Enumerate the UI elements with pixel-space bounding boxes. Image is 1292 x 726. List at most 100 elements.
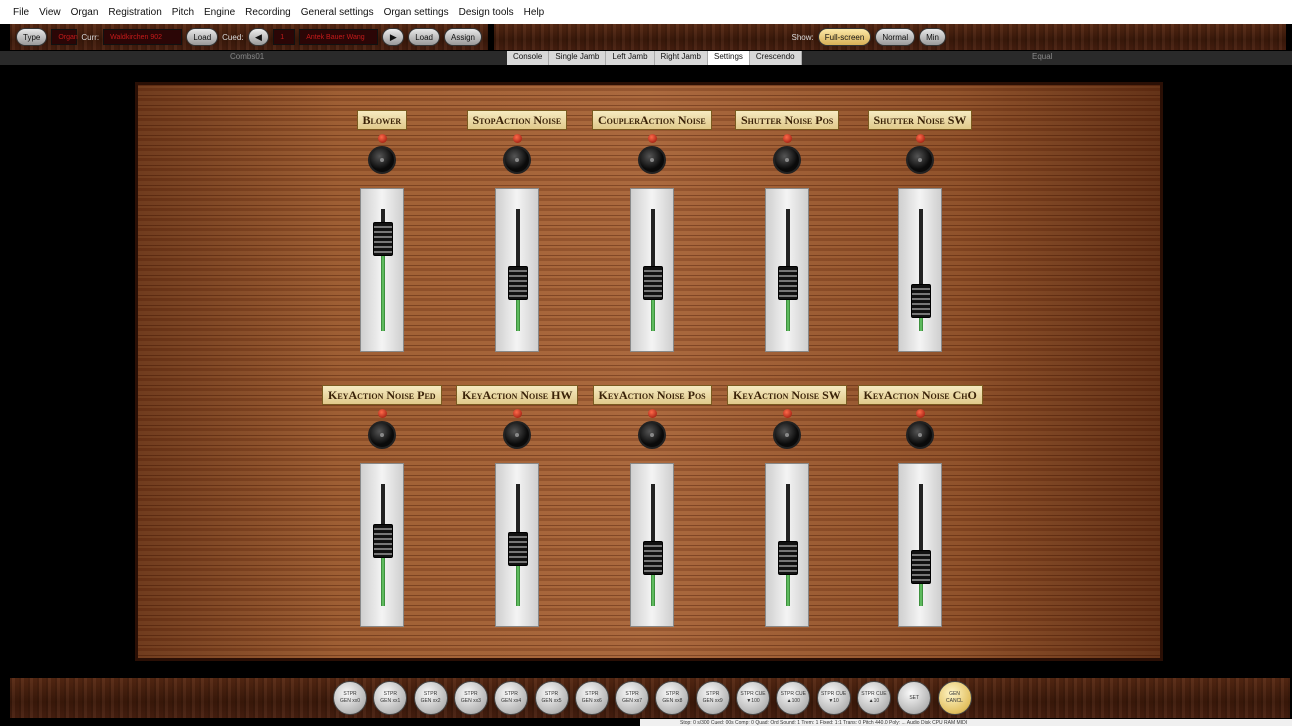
- volume-fader[interactable]: [898, 188, 942, 352]
- volume-fader[interactable]: [360, 188, 404, 352]
- normal-button[interactable]: Normal: [875, 28, 916, 46]
- piston-label-bottom: GEN xx5: [541, 698, 562, 704]
- menu-item-view[interactable]: View: [34, 7, 66, 18]
- next-arrow-icon[interactable]: ▶: [382, 28, 405, 46]
- menu-item-engine[interactable]: Engine: [199, 7, 240, 18]
- general-piston-button[interactable]: STPR GEN xx3: [453, 681, 488, 715]
- toggle-knob[interactable]: [368, 421, 396, 449]
- toggle-knob[interactable]: [503, 146, 531, 174]
- volume-fader[interactable]: [495, 463, 539, 627]
- general-piston-button[interactable]: STPR GEN xx4: [494, 681, 529, 715]
- fullscreen-button[interactable]: Full-screen: [817, 28, 872, 46]
- fader-handle[interactable]: [508, 266, 528, 301]
- volume-fader[interactable]: [765, 463, 809, 627]
- piston-label-top: STPR: [706, 691, 720, 697]
- control-label: Shutter Noise Pos: [735, 110, 840, 130]
- general-piston-button[interactable]: GEN CANCL: [937, 681, 972, 715]
- fader-handle[interactable]: [373, 222, 393, 257]
- control-label: KeyAction Noise SW: [727, 385, 847, 405]
- general-piston-button[interactable]: STPR GEN xx5: [534, 681, 569, 715]
- fader-handle[interactable]: [911, 550, 931, 584]
- toggle-knob[interactable]: [638, 421, 666, 449]
- volume-fader[interactable]: [360, 463, 404, 627]
- control-label: KeyAction Noise Ped: [322, 385, 442, 405]
- piston-label-top: STPR: [625, 691, 639, 697]
- general-piston-button[interactable]: SET: [897, 681, 932, 715]
- piston-label-top: STPR: [544, 691, 559, 697]
- organ-field: Organ: [51, 29, 78, 45]
- tab-single-jamb[interactable]: Single Jamb: [549, 51, 607, 65]
- fader-handle[interactable]: [373, 523, 393, 558]
- tab-left-jamb[interactable]: Left Jamb: [606, 51, 655, 65]
- general-piston-button[interactable]: STPR GEN xx0: [333, 681, 367, 715]
- control-label: StopAction Noise: [466, 110, 568, 130]
- menu-item-registration[interactable]: Registration: [103, 7, 166, 18]
- cued-number-field: 1: [273, 29, 296, 45]
- menu-item-pitch[interactable]: Pitch: [167, 7, 199, 18]
- menu-item-file[interactable]: File: [8, 7, 34, 18]
- tab-crescendo[interactable]: Crescendo: [750, 51, 802, 65]
- control-label: Blower: [356, 110, 408, 130]
- piston-label-bottom: GEN xx1: [380, 698, 401, 704]
- led-indicator-icon: [648, 134, 657, 143]
- menu-item-recording[interactable]: Recording: [240, 7, 296, 18]
- general-piston-button[interactable]: STPR GEN xx2: [413, 681, 448, 715]
- tab-settings[interactable]: Settings: [708, 51, 750, 65]
- load-button[interactable]: Load: [186, 28, 219, 46]
- control-label: KeyAction Noise Pos: [592, 385, 712, 405]
- previous-arrow-icon[interactable]: ◀: [247, 28, 270, 46]
- fader-handle[interactable]: [911, 283, 931, 318]
- tab-console[interactable]: Console: [507, 51, 550, 65]
- general-piston-button[interactable]: STPR CUE ▲10: [856, 681, 891, 715]
- volume-fader[interactable]: [630, 463, 674, 627]
- menu-item-organ-settings[interactable]: Organ settings: [379, 7, 454, 18]
- fader-handle[interactable]: [643, 541, 663, 576]
- menu-item-general-settings[interactable]: General settings: [296, 7, 379, 18]
- control-label: KeyAction Noise ChO: [857, 385, 983, 405]
- piston-label-top: STPR: [423, 691, 438, 697]
- min-button[interactable]: Min: [919, 28, 946, 46]
- toggle-knob[interactable]: [906, 146, 934, 174]
- menu-item-help[interactable]: Help: [519, 7, 550, 18]
- piston-label-bottom: GEN xx9: [702, 698, 723, 704]
- volume-fader[interactable]: [495, 188, 539, 352]
- general-piston-button[interactable]: STPR GEN xx6: [574, 681, 609, 715]
- general-piston-button[interactable]: STPR CUE ▼10: [816, 681, 851, 715]
- fader-handle[interactable]: [778, 266, 798, 301]
- piston-label-top: STPR CUE: [780, 691, 806, 697]
- top-toolbar: Type Organ Curr: Waldkirchen 902 Load Cu…: [10, 24, 488, 50]
- toggle-knob[interactable]: [773, 421, 801, 449]
- menu-bar: File View Organ Registration Pitch Engine Reco…: [0, 0, 1292, 24]
- volume-fader[interactable]: [898, 463, 942, 627]
- toggle-knob[interactable]: [906, 421, 934, 449]
- cued-organ-field: Antek Bauer Wang: [299, 29, 379, 45]
- piston-label-bottom: CANCL: [946, 698, 963, 704]
- status-bar: Stop: 0 s/300 Cued: 00s Comp: 0 Quad: Or…: [640, 719, 1292, 726]
- general-piston-button[interactable]: STPR GEN xx9: [695, 681, 730, 715]
- menu-item-design-tools[interactable]: Design tools: [454, 7, 519, 18]
- led-indicator-icon: [513, 409, 522, 418]
- piston-label-top: STPR: [464, 691, 478, 697]
- tab-right-jamb[interactable]: Right Jamb: [655, 51, 708, 65]
- volume-fader[interactable]: [630, 188, 674, 352]
- menu-item-organ[interactable]: Organ: [66, 7, 104, 18]
- fader-handle[interactable]: [643, 266, 663, 301]
- toggle-knob[interactable]: [773, 146, 801, 174]
- control-label: KeyAction Noise HW: [456, 385, 579, 405]
- toggle-knob[interactable]: [638, 146, 666, 174]
- toggle-knob[interactable]: [503, 421, 531, 449]
- fader-handle[interactable]: [778, 541, 798, 576]
- load-cued-button[interactable]: Load: [408, 28, 440, 46]
- piston-label-bottom: ▼100: [746, 698, 760, 704]
- piston-label-bottom: ▲10: [868, 698, 880, 704]
- general-piston-button[interactable]: STPR CUE ▼100: [736, 681, 770, 715]
- assign-button[interactable]: Assign: [443, 28, 482, 46]
- volume-fader[interactable]: [765, 188, 809, 352]
- led-indicator-icon: [378, 409, 387, 418]
- piston-label-top: STPR: [585, 691, 599, 697]
- toggle-knob[interactable]: [368, 146, 396, 174]
- combination-label: Combs01: [230, 52, 265, 61]
- type-button[interactable]: Type: [16, 28, 48, 46]
- fader-handle[interactable]: [508, 532, 528, 567]
- general-piston-button[interactable]: STPR GEN xx7: [615, 681, 650, 715]
